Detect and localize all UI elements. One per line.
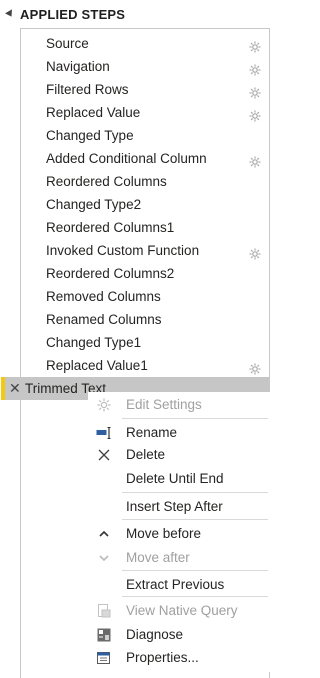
- menu-item-label: Extract Previous: [126, 577, 225, 592]
- menu-item-delete-until-end[interactable]: Delete Until End: [88, 468, 272, 490]
- menu-item-properties[interactable]: Properties...: [88, 647, 272, 669]
- applied-step-label: Replaced Value: [46, 105, 141, 120]
- applied-step-item[interactable]: Reordered Columns: [21, 170, 269, 193]
- step-settings-gear-icon[interactable]: [249, 359, 261, 375]
- menu-separator: [122, 570, 268, 571]
- selection-accent-bar: [1, 377, 5, 400]
- diagnose-icon: [96, 627, 112, 643]
- applied-step-label: Renamed Columns: [46, 312, 162, 327]
- menu-separator: [122, 519, 268, 520]
- menu-item-move-before[interactable]: Move before: [88, 523, 272, 545]
- applied-steps-header[interactable]: APPLIED STEPS: [0, 0, 278, 28]
- native-query-icon: [96, 603, 112, 619]
- menu-item-edit-settings[interactable]: Edit Settings: [88, 394, 272, 416]
- applied-step-label: Added Conditional Column: [46, 151, 207, 166]
- menu-item-label: Edit Settings: [126, 397, 202, 412]
- applied-step-label: Invoked Custom Function: [46, 243, 200, 258]
- applied-step-item[interactable]: Added Conditional Column: [21, 147, 269, 170]
- applied-steps-title: APPLIED STEPS: [20, 6, 126, 22]
- menu-item-label: View Native Query: [126, 603, 238, 618]
- applied-step-item[interactable]: Replaced Value1: [21, 354, 269, 377]
- properties-icon: [96, 650, 112, 666]
- menu-item-label: Diagnose: [126, 627, 184, 642]
- menu-item-label: Insert Step After: [126, 499, 223, 514]
- applied-step-label: Changed Type2: [46, 197, 142, 212]
- applied-step-item[interactable]: Replaced Value: [21, 101, 269, 124]
- applied-step-label: Changed Type1: [46, 335, 142, 350]
- applied-step-item[interactable]: Filtered Rows: [21, 78, 269, 101]
- menu-separator: [122, 596, 268, 597]
- step-settings-gear-icon[interactable]: [249, 106, 261, 122]
- applied-step-item[interactable]: Changed Type: [21, 124, 269, 147]
- applied-step-item[interactable]: Navigation: [21, 55, 269, 78]
- applied-step-label: Reordered Columns: [46, 174, 167, 189]
- menu-item-label: Move after: [126, 550, 190, 565]
- menu-item-label: Delete Until End: [126, 471, 224, 486]
- applied-step-label: Reordered Columns1: [46, 220, 175, 235]
- menu-item-delete[interactable]: Delete: [88, 444, 272, 466]
- step-settings-gear-icon[interactable]: [249, 244, 261, 260]
- menu-item-insert-step-after[interactable]: Insert Step After: [88, 496, 272, 518]
- step-settings-gear-icon[interactable]: [249, 60, 261, 76]
- menu-item-move-after[interactable]: Move after: [88, 547, 272, 569]
- applied-step-label: Filtered Rows: [46, 82, 129, 97]
- applied-step-item[interactable]: Source: [21, 32, 269, 55]
- applied-step-item[interactable]: Changed Type1: [21, 331, 269, 354]
- applied-steps-list: Source Navigation Filtered Rows Replaced Va…: [1, 32, 269, 400]
- delete-x-icon: [96, 447, 112, 463]
- applied-step-item[interactable]: Reordered Columns2: [21, 262, 269, 285]
- step-context-menu: Edit Settings Rename Delete Delete Until En…: [88, 392, 272, 672]
- menu-separator: [122, 418, 268, 419]
- menu-item-rename[interactable]: Rename: [88, 422, 272, 444]
- applied-step-item[interactable]: Reordered Columns1: [21, 216, 269, 239]
- rename-icon: [96, 425, 112, 441]
- delete-step-x-icon[interactable]: ✕: [9, 377, 21, 400]
- applied-step-label: Removed Columns: [46, 289, 161, 304]
- step-settings-gear-icon[interactable]: [249, 83, 261, 99]
- collapse-arrow-icon[interactable]: [5, 9, 15, 19]
- chevron-down-icon: [96, 550, 112, 566]
- step-settings-gear-icon[interactable]: [249, 37, 261, 53]
- applied-step-label: Navigation: [46, 59, 110, 74]
- step-settings-gear-icon[interactable]: [249, 152, 261, 168]
- menu-item-label: Rename: [126, 425, 178, 440]
- applied-steps-pane: APPLIED STEPS Source Navigation Filtered R…: [0, 0, 278, 678]
- menu-item-label: Properties...: [126, 650, 199, 665]
- menu-item-label: Delete: [126, 447, 166, 462]
- chevron-up-icon: [96, 526, 112, 542]
- applied-step-item[interactable]: Renamed Columns: [21, 308, 269, 331]
- applied-step-label: Source: [46, 36, 89, 51]
- applied-step-label: Reordered Columns2: [46, 266, 175, 281]
- menu-separator: [122, 492, 268, 493]
- applied-step-label: Replaced Value1: [46, 358, 148, 373]
- menu-item-diagnose[interactable]: Diagnose: [88, 624, 272, 646]
- menu-item-view-native-query[interactable]: View Native Query: [88, 600, 272, 622]
- applied-step-item[interactable]: Changed Type2: [21, 193, 269, 216]
- gear-icon: [96, 397, 112, 413]
- menu-item-label: Move before: [126, 526, 202, 541]
- applied-step-label: Changed Type: [46, 128, 134, 143]
- applied-step-item[interactable]: Removed Columns: [21, 285, 269, 308]
- menu-item-extract-previous[interactable]: Extract Previous: [88, 574, 272, 596]
- applied-step-item[interactable]: Invoked Custom Function: [21, 239, 269, 262]
